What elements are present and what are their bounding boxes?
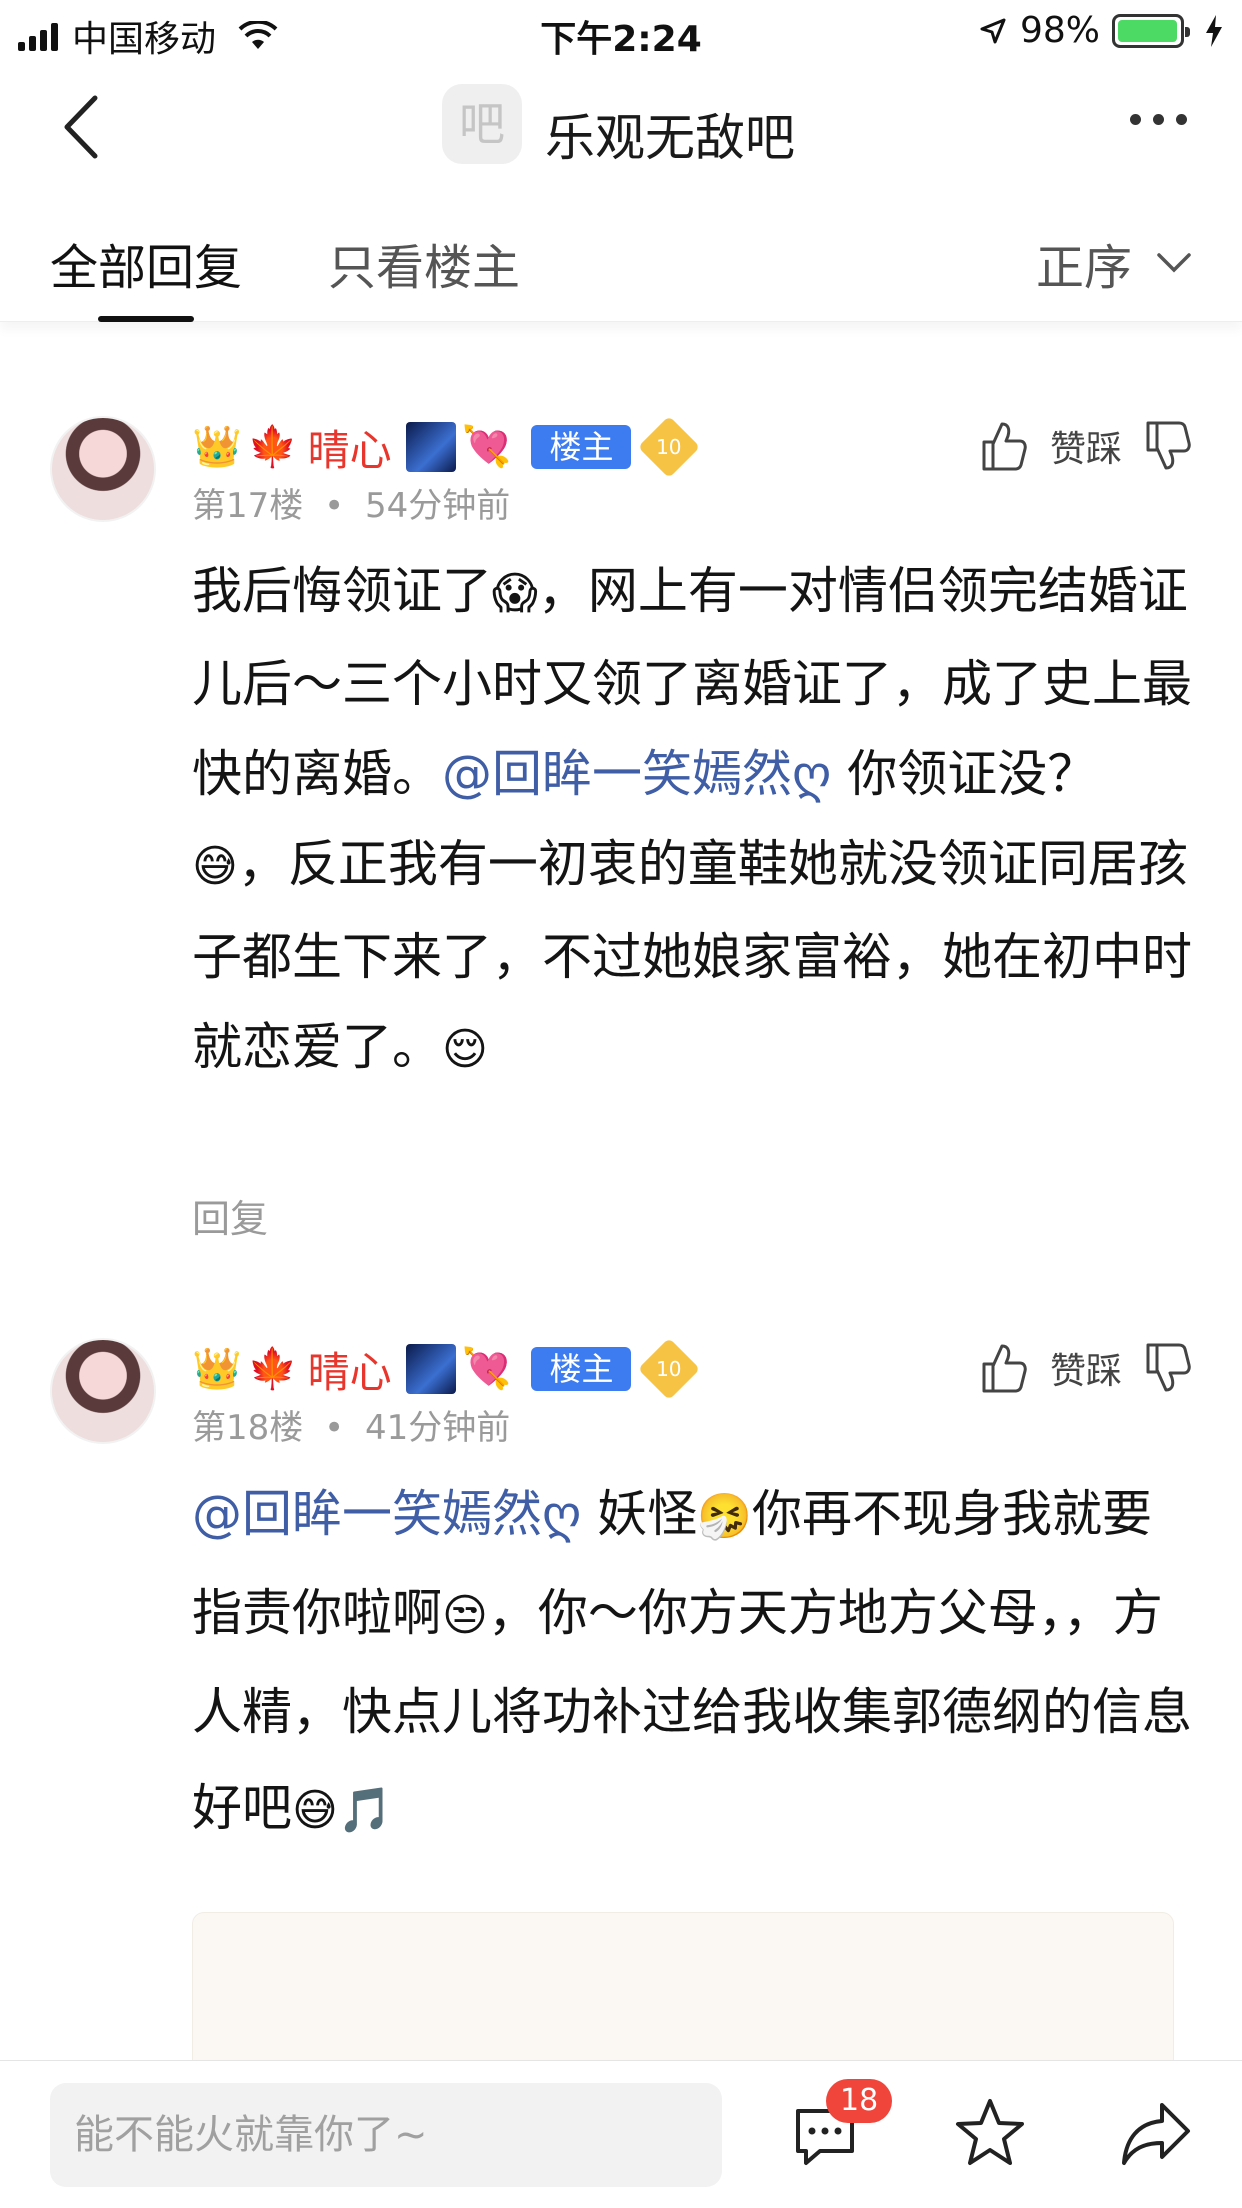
scream-emoji-icon: 😱 bbox=[492, 568, 538, 619]
sweat-smile-emoji-icon: 😅 bbox=[292, 1785, 338, 1836]
forum-logo[interactable]: 吧 bbox=[442, 84, 522, 164]
active-tab-indicator bbox=[98, 316, 194, 322]
heart-arrow-icon: 💘 bbox=[461, 1346, 512, 1392]
galaxy-badge-icon bbox=[405, 1344, 456, 1394]
reply-button[interactable]: 回复 bbox=[192, 1188, 268, 1243]
crown-icon: 👑 bbox=[192, 424, 242, 470]
location-icon bbox=[980, 18, 1006, 43]
avatar[interactable] bbox=[50, 1338, 156, 1444]
like-area: 赞踩 bbox=[980, 420, 1192, 472]
unamused-emoji-icon: 😒 bbox=[442, 1590, 488, 1641]
message-count-badge: 18 bbox=[826, 2079, 893, 2123]
battery-icon bbox=[1112, 13, 1190, 48]
crown-icon: 👑 bbox=[192, 1346, 242, 1392]
relieved-emoji-icon: 😌 bbox=[442, 1024, 488, 1075]
text-segment: 妖怪 bbox=[581, 1485, 698, 1543]
reply-tabs: 全部回复 只看楼主 正序 bbox=[0, 192, 1242, 322]
separator-dot: • bbox=[324, 486, 345, 526]
floor-info: 第17楼 • 54分钟前 bbox=[192, 478, 510, 527]
owner-tag: 楼主 bbox=[531, 425, 632, 469]
maple-leaf-icon: 🍁 bbox=[247, 424, 298, 470]
nav-bar: 吧 乐观无敌吧 bbox=[0, 62, 1242, 192]
more-dots-icon[interactable] bbox=[1130, 114, 1187, 125]
thumbs-down-icon[interactable] bbox=[1144, 1342, 1192, 1394]
floor-info: 第18楼 • 41分钟前 bbox=[192, 1400, 510, 1449]
star-icon[interactable] bbox=[952, 2095, 1028, 2171]
like-dislike-label: 赞踩 bbox=[1049, 429, 1122, 470]
galaxy-badge-icon bbox=[405, 422, 456, 472]
status-bar: 中国移动 下午2:24 98% bbox=[0, 0, 1242, 62]
comment-input[interactable] bbox=[50, 2083, 722, 2187]
user-line: 👑 🍁 晴心 💘 楼主 10 bbox=[192, 1337, 701, 1401]
thumbs-up-icon[interactable] bbox=[980, 1342, 1028, 1394]
chevron-down-icon bbox=[1157, 253, 1191, 273]
level-badge: 10 bbox=[638, 415, 701, 479]
floor-number: 第17楼 bbox=[192, 486, 304, 526]
post-content: @回眸一笑嫣然ღ 妖怪🤧你再不现身我就要指责你啦啊😒，你～你方天方地方父母，，方… bbox=[192, 1466, 1192, 1859]
share-icon[interactable] bbox=[1118, 2097, 1194, 2169]
text-segment: ，反正我有一初衷的童鞋她就没领证同居孩子都生下来了，不过她娘家富裕，她在初中时就… bbox=[192, 835, 1192, 1076]
music-note-icon: 🎵 bbox=[337, 1785, 393, 1836]
charging-icon bbox=[1206, 14, 1222, 47]
text-segment: 你领证没？ bbox=[831, 745, 1098, 803]
heart-arrow-icon: 💘 bbox=[461, 424, 512, 470]
sweat-smile-emoji-icon: 😅 bbox=[192, 841, 238, 892]
user-line: 👑 🍁 晴心 💘 楼主 10 bbox=[192, 415, 701, 479]
sort-label: 正序 bbox=[1035, 240, 1132, 296]
sort-dropdown[interactable]: 正序 bbox=[1036, 228, 1192, 298]
thumbs-down-icon[interactable] bbox=[1144, 420, 1192, 472]
thumbs-up-icon[interactable] bbox=[980, 420, 1028, 472]
floor-number: 第18楼 bbox=[192, 1408, 304, 1448]
owner-tag: 楼主 bbox=[531, 1347, 632, 1391]
battery-fill bbox=[1118, 19, 1177, 42]
like-area: 赞踩 bbox=[980, 1342, 1192, 1394]
text-segment: 我后悔领证了 bbox=[192, 562, 492, 620]
back-arrow-icon[interactable] bbox=[55, 92, 115, 162]
avatar[interactable] bbox=[50, 416, 156, 522]
sneezing-emoji-icon: 🤧 bbox=[697, 1491, 753, 1542]
user-mention-link[interactable]: @回眸一笑嫣然ღ bbox=[442, 745, 831, 803]
separator-dot: • bbox=[324, 1408, 345, 1448]
maple-leaf-icon: 🍁 bbox=[247, 1346, 298, 1392]
post-time: 54分钟前 bbox=[364, 486, 511, 526]
tab-owner-only[interactable]: 只看楼主 bbox=[328, 228, 520, 298]
forum-title[interactable]: 乐观无敌吧 bbox=[545, 98, 795, 170]
tab-all-replies[interactable]: 全部回复 bbox=[50, 228, 242, 298]
username[interactable]: 晴心 bbox=[308, 417, 392, 478]
user-mention-link[interactable]: @回眸一笑嫣然ღ bbox=[192, 1485, 581, 1543]
post-time: 41分钟前 bbox=[364, 1408, 511, 1448]
level-number: 10 bbox=[656, 434, 683, 459]
battery-percent: 98% bbox=[1019, 10, 1100, 51]
status-right: 98% bbox=[978, 10, 1224, 51]
level-badge: 10 bbox=[638, 1337, 701, 1401]
post-content: 我后悔领证了😱，网上有一对情侣领完结婚证儿后～三个小时又领了离婚证了，成了史上最… bbox=[192, 546, 1192, 1095]
bottom-bar: 18 bbox=[0, 2060, 1242, 2208]
like-dislike-label: 赞踩 bbox=[1049, 1351, 1122, 1392]
level-number: 10 bbox=[656, 1356, 683, 1381]
username[interactable]: 晴心 bbox=[308, 1339, 392, 1400]
